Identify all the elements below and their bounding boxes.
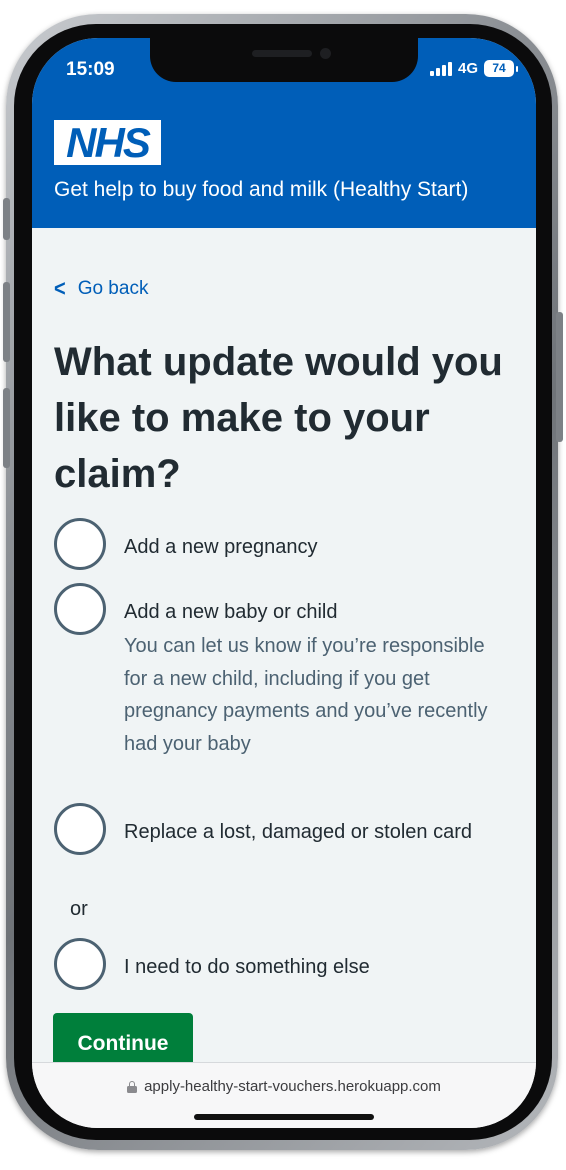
volume-down-button	[3, 388, 10, 468]
phone-screen: 15:09 4G 74 NHS Get help to buy food and…	[32, 38, 536, 1128]
radio-label[interactable]: Add a new pregnancy	[124, 531, 514, 563]
radio-option-replace-card[interactable]: Replace a lost, damaged or stolen card	[54, 803, 524, 867]
radio-hint: You can let us know if you’re responsibl…	[124, 635, 488, 755]
battery-icon: 74	[484, 60, 518, 77]
status-indicators: 4G 74	[429, 60, 518, 77]
status-time: 15:09	[66, 59, 115, 80]
radio-option-new-pregnancy[interactable]: Add a new pregnancy	[54, 518, 524, 574]
front-camera	[320, 48, 331, 59]
url-text[interactable]: apply-healthy-start-vouchers.herokuapp.c…	[144, 1078, 441, 1095]
url-display[interactable]: apply-healthy-start-vouchers.herokuapp.c…	[32, 1078, 536, 1095]
back-link-label: Go back	[77, 278, 149, 299]
status-bar: 15:09 4G 74	[32, 38, 536, 106]
radio-label[interactable]: Replace a lost, damaged or stolen card	[124, 816, 474, 848]
silent-switch	[3, 198, 10, 240]
radio-option-new-baby-or-child[interactable]: Add a new baby or child You can let us k…	[54, 583, 524, 793]
speaker-grille	[252, 50, 312, 57]
network-type: 4G	[457, 60, 478, 77]
main-content: < Go back What update would you like to …	[32, 228, 536, 1075]
volume-up-button	[3, 282, 10, 362]
nhs-logo-text: NHS	[66, 119, 151, 166]
cellular-signal-icon	[429, 61, 452, 76]
browser-address-bar[interactable]: apply-healthy-start-vouchers.herokuapp.c…	[32, 1062, 536, 1128]
notch	[150, 38, 418, 82]
radio-button[interactable]	[54, 518, 106, 570]
power-button	[556, 312, 563, 442]
radio-button[interactable]	[54, 803, 106, 855]
chevron-left-icon: <	[54, 276, 66, 302]
site-header: NHS Get help to buy food and milk (Healt…	[32, 106, 536, 228]
radio-option-something-else[interactable]: I need to do something else	[54, 938, 524, 994]
radio-label[interactable]: I need to do something else	[124, 951, 514, 983]
nhs-logo[interactable]: NHS	[54, 120, 161, 165]
radio-label[interactable]: Add a new baby or child	[124, 596, 514, 628]
back-link[interactable]: < Go back	[54, 276, 149, 302]
or-divider: or	[70, 898, 88, 920]
page-title: What update would you like to make to yo…	[54, 340, 503, 496]
battery-level: 74	[492, 61, 506, 75]
service-name[interactable]: Get help to buy food and milk (Healthy S…	[54, 178, 468, 202]
radio-button[interactable]	[54, 583, 106, 635]
home-indicator[interactable]	[194, 1114, 374, 1120]
lock-icon	[127, 1080, 138, 1093]
radio-button[interactable]	[54, 938, 106, 990]
